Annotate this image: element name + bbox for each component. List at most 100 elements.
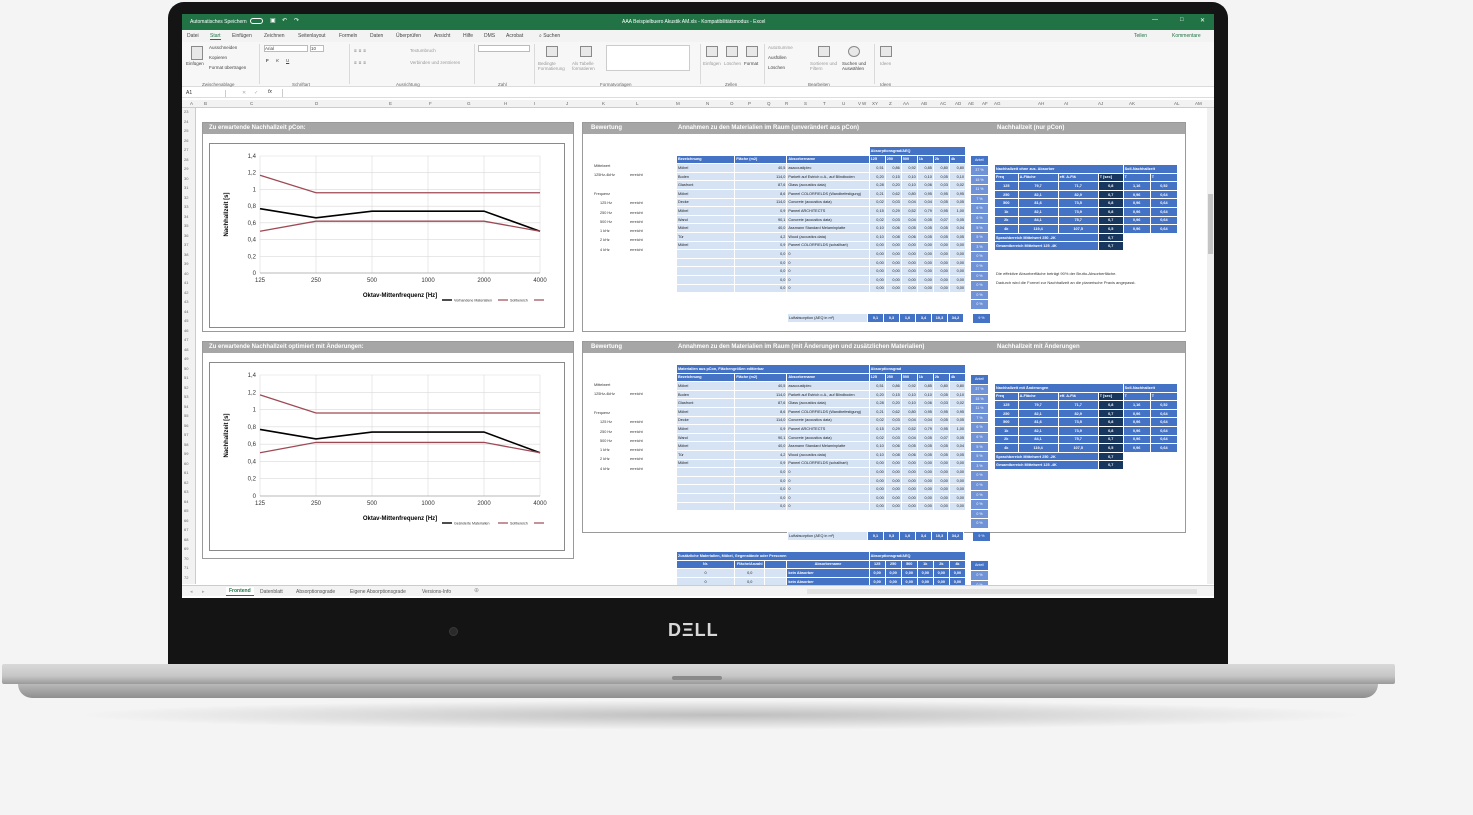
row-header[interactable]: 28 <box>184 157 188 162</box>
menu-formeln[interactable]: Formeln <box>339 33 357 39</box>
table-cell[interactable]: Möbel <box>675 381 736 391</box>
table-cell[interactable]: 114,0 <box>734 197 788 208</box>
table-cell[interactable]: 0 <box>786 475 870 486</box>
table-row[interactable]: Decke 114,0 Concrete (acoustics data) 0,02 0… <box>675 415 967 426</box>
table-cell[interactable]: 0,00 <box>916 266 934 276</box>
table-cell[interactable]: 0,00 <box>948 467 967 477</box>
table-cell[interactable]: 0,00 <box>900 484 918 494</box>
table-cell[interactable] <box>675 475 736 486</box>
table-cell[interactable]: 0,86 <box>884 381 902 391</box>
column-header[interactable]: Y <box>875 101 878 106</box>
table-cell[interactable]: Glasfront <box>675 398 736 408</box>
table-cell[interactable]: 0,80 <box>948 163 967 173</box>
row-header[interactable]: 35 <box>184 223 188 228</box>
row-header[interactable]: 45 <box>184 318 188 323</box>
row-header[interactable]: 23 <box>184 109 188 114</box>
table-row[interactable]: 0,0 0 0,00 0,00 0,00 0,00 0,00 0,00 <box>675 257 967 268</box>
row-header[interactable]: 60 <box>184 461 188 466</box>
table-cell[interactable]: 0,02 <box>948 180 967 190</box>
table-cell[interactable]: 0,00 <box>932 467 950 477</box>
table-cell[interactable]: 0,0 <box>734 249 788 259</box>
table-cell[interactable]: 0,03 <box>884 415 902 426</box>
column-header[interactable]: D <box>315 101 318 106</box>
table-cell[interactable]: 0,95 <box>932 406 950 417</box>
align-top-icons[interactable]: ≡≡≡ <box>354 48 368 53</box>
row-header[interactable]: 27 <box>184 147 188 152</box>
table-cell[interactable]: 0,05 <box>932 171 950 182</box>
format-cells-icon[interactable] <box>746 46 758 57</box>
row-header[interactable]: 68 <box>184 537 188 542</box>
merge-center-button[interactable]: Verbinden und zentrieren <box>410 60 460 65</box>
table-cell[interactable]: 114,0 <box>734 171 788 182</box>
table-cell[interactable]: 0,05 <box>916 214 934 225</box>
comments-button[interactable]: Kommentare <box>1172 33 1201 39</box>
table-cell[interactable]: 0,00 <box>948 492 967 503</box>
table-cell[interactable]: 0,00 <box>900 257 918 268</box>
table-cell[interactable]: 0,05 <box>932 231 950 242</box>
table-row[interactable]: Möbel 8,6 Paneel COLORFIELDS (Wandbefestig… <box>675 188 967 199</box>
table-cell[interactable]: 0 <box>786 249 870 259</box>
fx-icon[interactable]: fx <box>268 89 272 95</box>
table-cell[interactable]: 0,00 <box>868 283 886 294</box>
sort-filter-button[interactable]: Sortieren und Filtern <box>810 61 840 71</box>
table-cell[interactable]: 114,0 <box>734 415 788 426</box>
table-cell[interactable]: 0,04 <box>916 415 934 426</box>
column-header[interactable]: H <box>504 101 507 106</box>
row-header[interactable]: 72 <box>184 575 188 580</box>
table-cell[interactable]: 0,0 <box>734 492 788 503</box>
sheet-tab[interactable]: Absorptionsgrade <box>296 589 335 595</box>
table-row[interactable]: Decke 114,0 Concrete (acoustics data) 0,02 0… <box>675 197 967 208</box>
table-cell[interactable]: 0,00 <box>868 501 886 512</box>
column-header[interactable]: AK <box>1129 101 1135 106</box>
table-cell[interactable]: 0,00 <box>916 257 934 268</box>
table-cell[interactable]: 0,00 <box>932 257 950 268</box>
column-header[interactable]: Z <box>889 101 892 106</box>
table-cell[interactable]: 0,05 <box>932 223 950 233</box>
row-header[interactable]: 47 <box>184 337 188 342</box>
table-cell[interactable]: 0,02 <box>868 432 886 443</box>
row-header[interactable]: 40 <box>184 271 188 276</box>
table-cell[interactable]: 0,95 <box>948 188 967 199</box>
table-cell[interactable]: 0,08 <box>884 231 902 242</box>
copy-button[interactable]: Kopieren <box>209 55 227 60</box>
paste-button[interactable]: Einfügen <box>186 61 204 66</box>
table-cell[interactable]: 87,6 <box>734 180 788 190</box>
table-cell[interactable]: 0,00 <box>900 283 918 294</box>
table-cell[interactable]: 0,21 <box>868 406 886 417</box>
share-button[interactable]: Teilen <box>1134 33 1147 39</box>
table-cell[interactable] <box>675 274 736 285</box>
table-cell[interactable]: 0,20 <box>884 180 902 190</box>
table-cell[interactable]: 0,52 <box>900 206 918 216</box>
cell-styles-gallery[interactable] <box>606 45 690 71</box>
table-cell[interactable]: 1,00 <box>948 424 967 434</box>
column-header[interactable]: AF <box>982 101 988 106</box>
table-cell[interactable]: 40,5 <box>734 381 788 391</box>
undo-icon[interactable]: ↶ <box>282 17 287 24</box>
column-header[interactable]: R <box>785 101 788 106</box>
format-as-table-icon[interactable] <box>580 46 592 57</box>
table-cell[interactable]: 0,00 <box>948 249 967 259</box>
table-cell[interactable]: 0,10 <box>916 389 934 400</box>
column-header[interactable]: G <box>467 101 471 106</box>
table-cell[interactable]: 0,20 <box>884 398 902 408</box>
row-header[interactable]: 26 <box>184 138 188 143</box>
table-cell[interactable]: Paneel COLORFIELDS (Wandbefestigung) <box>786 406 870 417</box>
table-cell[interactable]: 40,0 <box>734 223 788 233</box>
column-header[interactable]: V <box>858 101 861 106</box>
table-cell[interactable]: 0,00 <box>884 484 902 494</box>
table-cell[interactable]: 0,0 <box>734 501 788 512</box>
table-cell[interactable] <box>675 501 736 512</box>
format-cells-button[interactable]: Format <box>744 61 758 66</box>
conditional-format-icon[interactable] <box>546 46 558 57</box>
column-header[interactable]: AJ <box>1098 101 1103 106</box>
cut-button[interactable]: Ausschneiden <box>209 45 237 50</box>
table-cell[interactable]: 0,15 <box>884 171 902 182</box>
table-cell[interactable]: Wand <box>675 432 736 443</box>
table-cell[interactable]: Boden <box>675 171 736 182</box>
table-cell[interactable]: 0,0 <box>734 257 788 268</box>
table-cell[interactable]: 0,05 <box>948 197 967 208</box>
table-cell[interactable]: Möbel <box>675 223 736 233</box>
table-cell[interactable]: Paneel ARCHITECTS <box>786 206 870 216</box>
table-row[interactable]: Tür 4,2 Wood (acoustics data) 0,10 0,08 0,06 0… <box>675 231 967 242</box>
row-header[interactable]: 71 <box>184 565 188 570</box>
